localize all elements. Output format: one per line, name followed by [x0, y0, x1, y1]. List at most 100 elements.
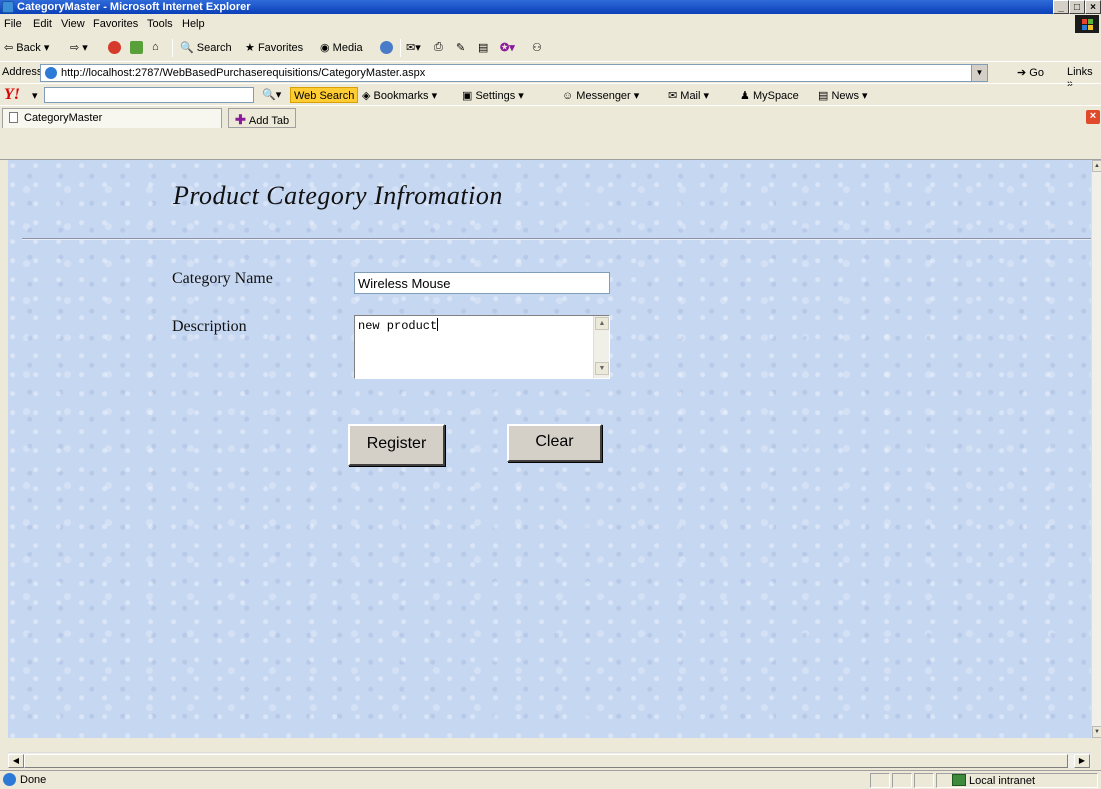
vertical-scrollbar[interactable]: ▲ ▼ [1091, 160, 1101, 738]
mail-icon: ✉ [668, 90, 678, 102]
address-dropdown-button[interactable]: ▼ [971, 65, 987, 81]
menu-edit[interactable]: Edit [33, 18, 52, 30]
messenger-icon: ☺ [562, 90, 574, 102]
search-icon: 🔍 [180, 42, 194, 54]
mail-button[interactable]: ✉ Mail ▾ [668, 89, 709, 102]
scroll-up-icon[interactable]: ▲ [595, 317, 609, 330]
page-title: Product Category Infromation [173, 181, 503, 210]
menu-help[interactable]: Help [182, 18, 205, 30]
news-label: News [831, 90, 859, 102]
history-button[interactable] [380, 41, 396, 55]
scrollbar-thumb[interactable] [24, 754, 1068, 768]
back-label: Back [16, 42, 41, 54]
description-text: new product [358, 318, 439, 333]
stop-button[interactable] [108, 41, 124, 55]
yahoo-toolbar-button[interactable]: ✪▾ [500, 41, 515, 54]
tab-label: CategoryMaster [24, 112, 103, 124]
zone-label: Local intranet [969, 775, 1036, 787]
divider [22, 238, 1091, 240]
refresh-icon [130, 41, 143, 54]
maximize-button[interactable]: □ [1069, 0, 1085, 14]
back-button[interactable]: ⇦ Back ▾ [4, 41, 49, 54]
register-button[interactable]: Register [348, 424, 445, 466]
news-icon: ▤ [818, 90, 829, 102]
menu-favorites[interactable]: Favorites [93, 18, 138, 30]
home-icon: ⌂ [152, 41, 159, 53]
home-button[interactable]: ⌂ [152, 41, 159, 53]
add-tab-label: Add Tab [248, 115, 290, 127]
refresh-button[interactable] [130, 41, 146, 55]
edit-button[interactable]: ✎ [456, 41, 465, 54]
close-tab-icon[interactable]: × [1086, 110, 1100, 124]
address-input[interactable]: http://localhost:2787/WebBasedPurchasere… [40, 64, 988, 82]
myspace-button[interactable]: ♟ MySpace [740, 89, 799, 102]
window-title: CategoryMaster - Microsoft Internet Expl… [17, 1, 251, 13]
menu-view[interactable]: View [61, 18, 85, 30]
content-frame-top [0, 129, 1101, 160]
news-button[interactable]: ▤ News ▾ [818, 89, 868, 102]
menu-file[interactable]: File [4, 18, 22, 30]
mail-label: Mail [680, 90, 701, 102]
edit-icon: ✎ [456, 42, 466, 54]
links-label: Links [1067, 66, 1093, 78]
description-scrollbar[interactable]: ▲ ▼ [593, 316, 609, 378]
bookmarks-label: Bookmarks [373, 90, 429, 102]
clear-button[interactable]: Clear [507, 424, 602, 462]
address-label: Address [2, 66, 43, 78]
horizontal-scroll-area: ◀ ▶ [0, 738, 1101, 770]
myspace-label: MySpace [752, 90, 799, 102]
settings-button[interactable]: ▣ Settings ▾ [462, 89, 524, 102]
security-zone: Local intranet [952, 774, 1035, 787]
status-cell [870, 773, 890, 788]
mail-dropdown-button[interactable]: ✉▾ [406, 41, 421, 54]
status-cell [914, 773, 934, 788]
scroll-left-icon[interactable]: ◀ [8, 754, 24, 768]
messenger-toolbar-button[interactable]: ⚇ [532, 41, 542, 54]
window-title-bar: CategoryMaster - Microsoft Internet Expl… [0, 0, 1101, 14]
status-cell [892, 773, 912, 788]
close-button[interactable]: × [1085, 0, 1101, 14]
bookmarks-icon: ◈ [362, 90, 371, 102]
standard-toolbar: ⇦ Back ▾ ⇨ ▾ ⌂ 🔍 Search ★ Favorites ◉ Me… [0, 36, 1101, 61]
tab-categorymaster[interactable]: CategoryMaster [2, 108, 222, 128]
print-button[interactable]: ⎙ [434, 41, 443, 54]
media-button[interactable]: ◉ Media [320, 41, 363, 54]
scroll-down-icon[interactable]: ▼ [1092, 726, 1101, 738]
chevron-down-icon: ▾ [43, 42, 50, 54]
search-label: Search [196, 42, 232, 54]
settings-label: Settings [475, 90, 516, 102]
category-name-input[interactable] [354, 272, 610, 294]
forward-button[interactable]: ⇨ ▾ [70, 41, 88, 54]
favorites-button[interactable]: ★ Favorites [245, 41, 303, 54]
description-textarea[interactable]: new product ▲ ▼ [354, 315, 610, 379]
address-bar: Address http://localhost:2787/WebBasedPu… [0, 61, 1101, 90]
add-tab-button[interactable]: ✚ Add Tab [228, 108, 297, 128]
yahoo-logo[interactable]: Y! [4, 86, 20, 104]
chevron-down-icon[interactable]: ▾ [32, 89, 38, 102]
messenger-button[interactable]: ☺ Messenger ▾ [562, 89, 639, 102]
category-name-label: Category Name [172, 270, 273, 287]
yahoo-search-input[interactable] [44, 87, 254, 103]
discuss-button[interactable]: ▤ [478, 41, 488, 54]
menu-tools[interactable]: Tools [147, 18, 173, 30]
scroll-down-icon[interactable]: ▼ [595, 362, 609, 375]
scroll-up-icon[interactable]: ▲ [1092, 160, 1101, 172]
page-icon [45, 67, 57, 79]
stop-icon [108, 41, 121, 54]
page-done-icon [3, 773, 16, 786]
bookmarks-button[interactable]: ◈ Bookmarks ▾ [362, 89, 437, 102]
search-icon[interactable]: 🔍▾ [262, 88, 281, 101]
search-button[interactable]: 🔍 Search [180, 41, 232, 54]
history-icon [380, 41, 393, 54]
web-search-button[interactable]: Web Search [290, 87, 359, 103]
status-text: Done [20, 774, 47, 786]
horizontal-scrollbar[interactable]: ◀ ▶ [8, 752, 1091, 768]
ie-icon [2, 1, 14, 13]
media-icon: ◉ [320, 42, 330, 54]
forward-arrow-icon: ⇨ ▾ [70, 42, 88, 54]
go-button[interactable]: ➔ Go [1017, 66, 1044, 79]
windows-logo-icon [1075, 15, 1099, 33]
minimize-button[interactable]: _ [1053, 0, 1069, 14]
plus-icon: ✚ [235, 112, 246, 127]
scroll-right-icon[interactable]: ▶ [1074, 754, 1090, 768]
